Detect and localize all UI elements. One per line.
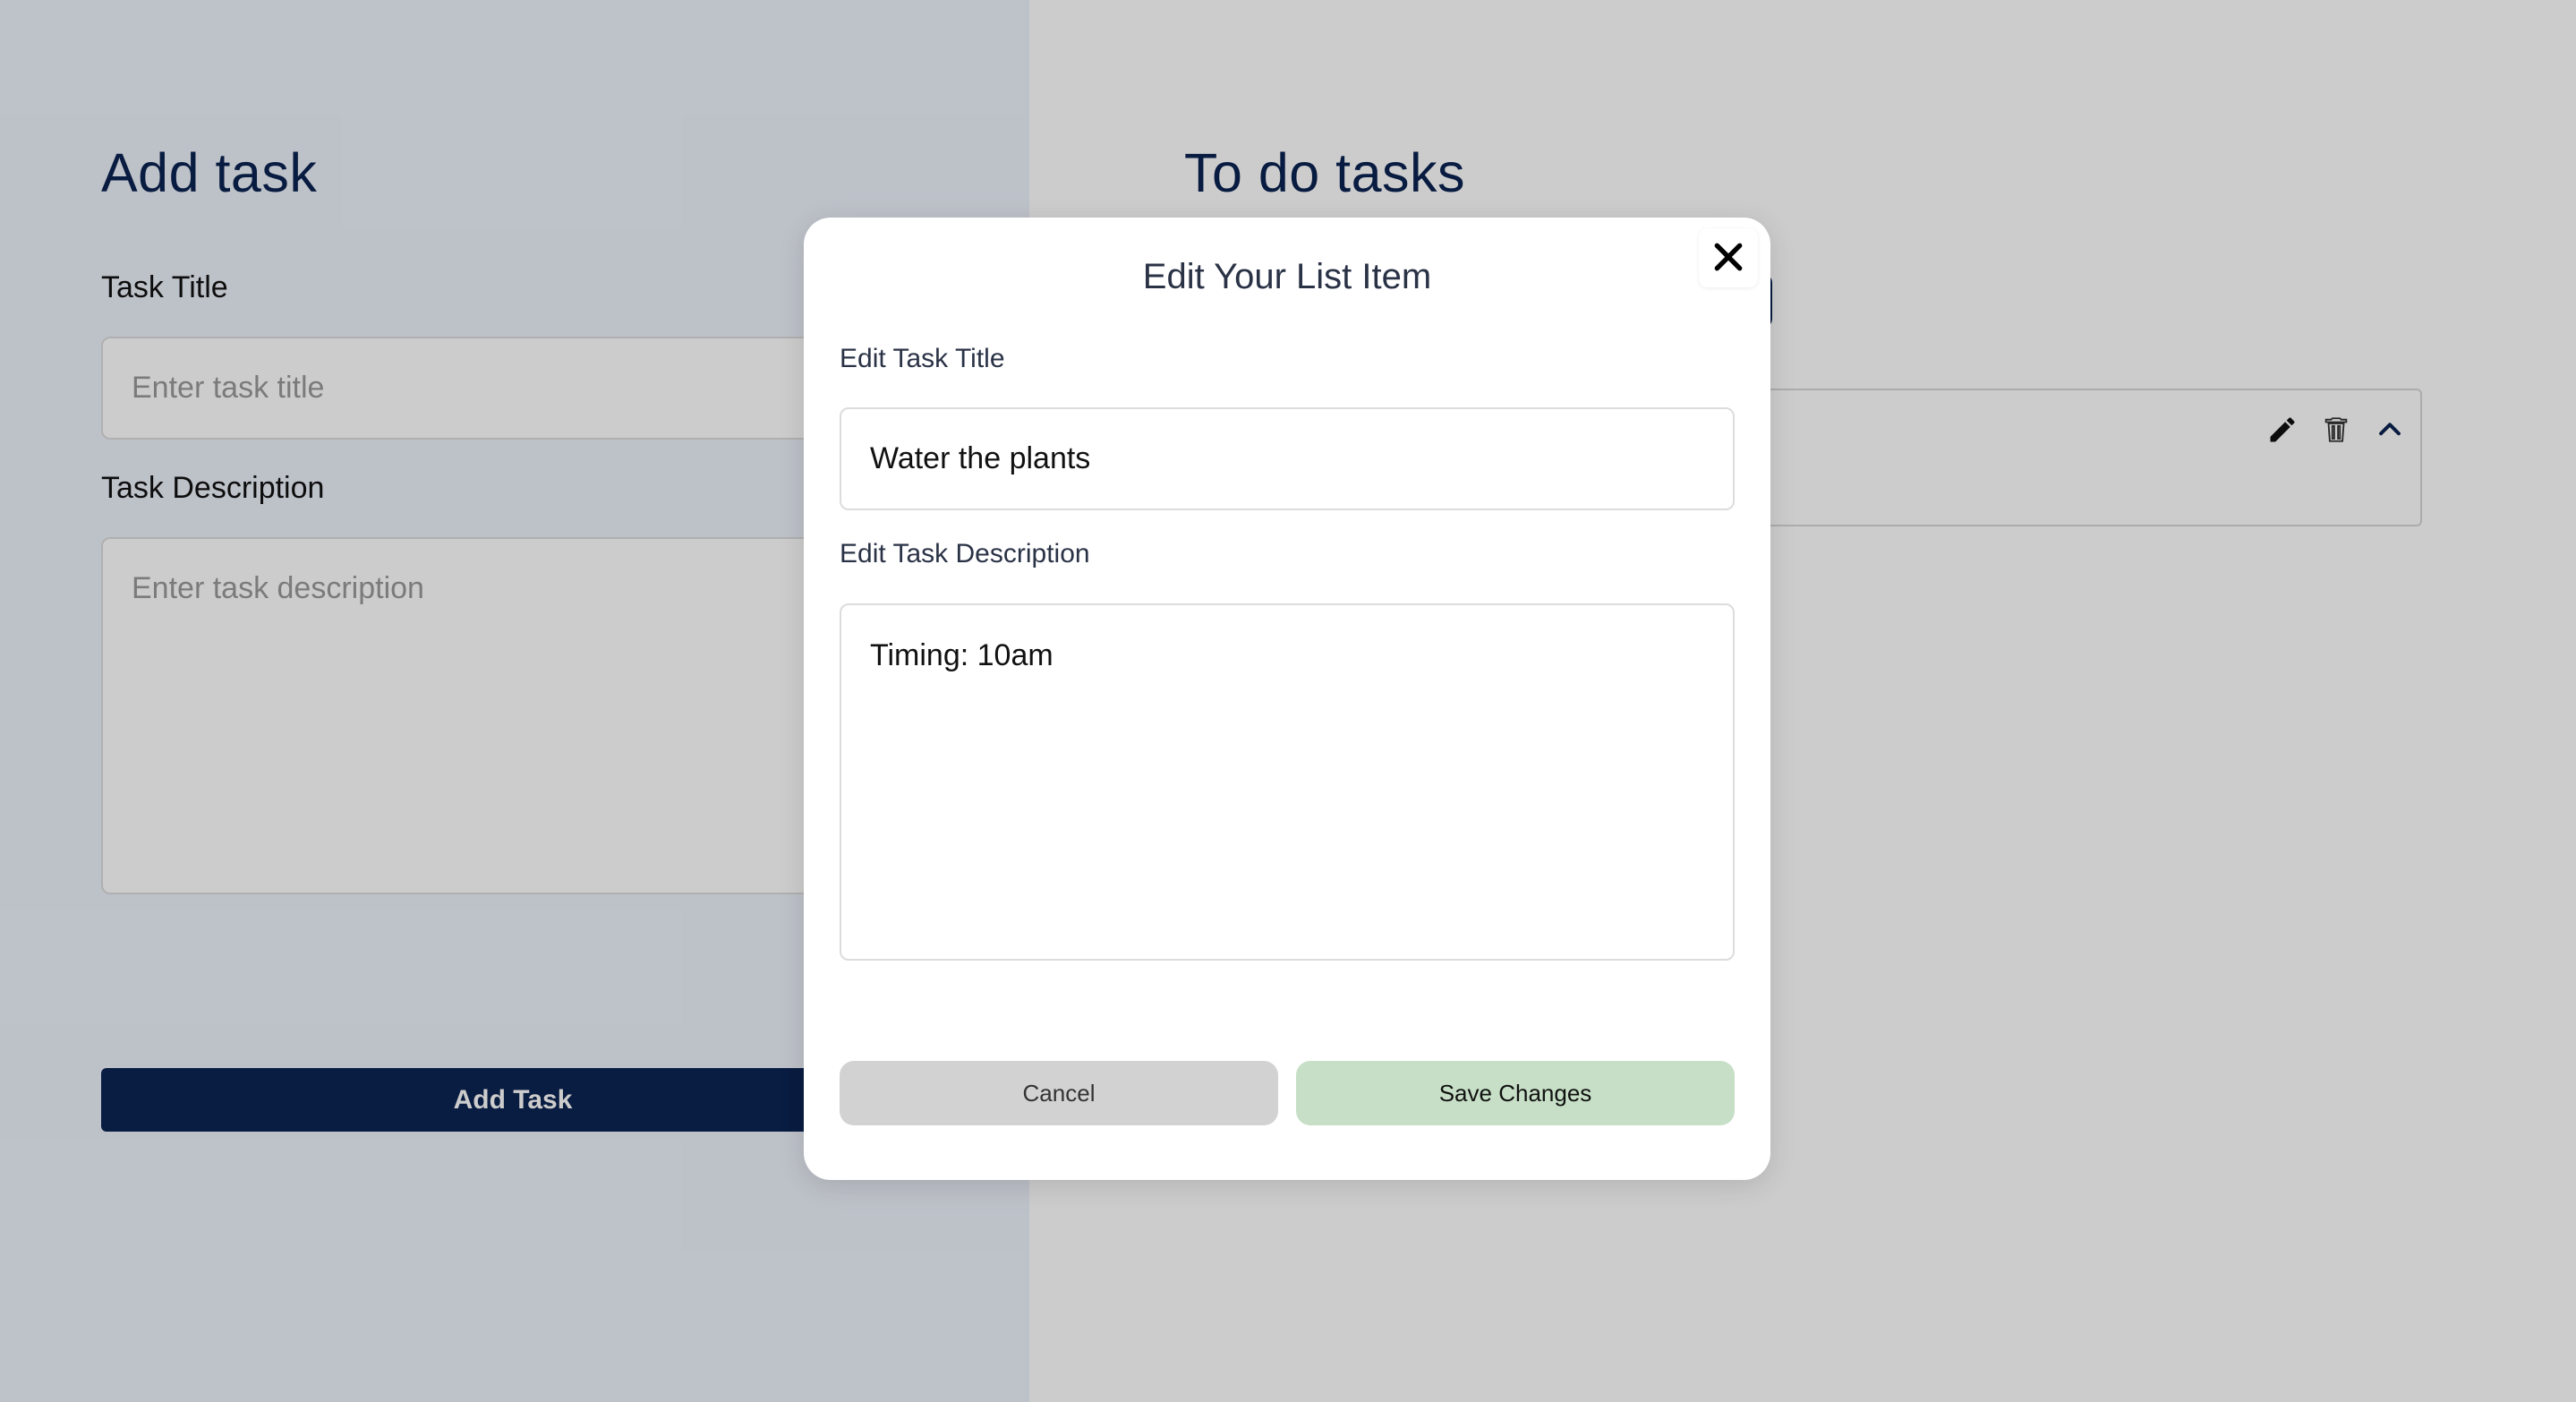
close-icon: [1711, 240, 1745, 277]
edit-description-input[interactable]: Timing: 10am: [840, 603, 1735, 961]
edit-description-label: Edit Task Description: [840, 539, 1090, 568]
save-changes-button[interactable]: Save Changes: [1296, 1061, 1735, 1125]
cancel-button[interactable]: Cancel: [840, 1061, 1278, 1125]
edit-modal: Edit Your List Item Edit Task Title Edit…: [804, 218, 1770, 1180]
edit-title-input[interactable]: [840, 407, 1735, 510]
edit-title-label: Edit Task Title: [840, 344, 1005, 373]
app-page: Add task Task Title Task Description Add…: [0, 0, 2576, 1402]
close-button[interactable]: [1699, 228, 1758, 287]
modal-title: Edit Your List Item: [1142, 257, 1432, 296]
